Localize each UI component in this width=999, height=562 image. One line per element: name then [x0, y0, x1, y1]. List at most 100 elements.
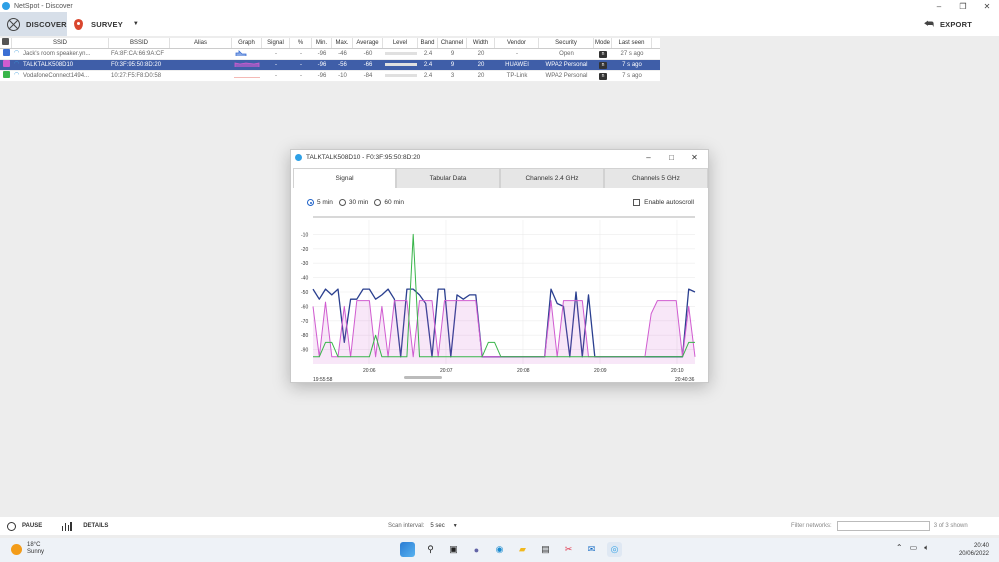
column-header-graph[interactable]: Graph: [232, 38, 262, 48]
clock[interactable]: 20:40 20/06/2022: [959, 542, 989, 558]
signal-chart: -10 -20 -30 -40 -50 -60 -70 -80 -90 20:06 20:07 20:…: [301, 216, 696, 383]
survey-button[interactable]: SURVEY ▼: [74, 12, 139, 36]
cell-level: [383, 71, 418, 81]
column-header-last-seen[interactable]: Last seen: [612, 38, 652, 48]
time-range-options: 5 min 30 min 60 min: [307, 199, 410, 206]
dialog-minimize-button[interactable]: –: [637, 150, 660, 165]
column-header-band[interactable]: Band: [418, 38, 438, 48]
row-checkbox[interactable]: [0, 71, 12, 81]
tray-chevron-up-icon[interactable]: ⌃: [896, 543, 903, 553]
range-5-min-label: 5 min: [317, 199, 333, 206]
discover-button[interactable]: DISCOVER: [0, 12, 67, 36]
range-30-min[interactable]: 30 min: [338, 199, 368, 206]
survey-label: SURVEY: [91, 19, 123, 29]
details-button[interactable]: DETAILS: [62, 517, 108, 535]
windows-start-icon[interactable]: [400, 542, 415, 557]
chevron-down-icon[interactable]: ▼: [133, 21, 139, 27]
scan-interval-select[interactable]: 5 sec: [430, 523, 444, 529]
scan-interval: Scan interval: 5 sec ▼: [388, 517, 458, 535]
close-button[interactable]: ✕: [975, 0, 999, 12]
wifi-icon: ◠: [14, 72, 20, 79]
scan-interval-label: Scan interval:: [388, 523, 425, 529]
column-header-width[interactable]: Width: [467, 38, 495, 48]
cell-last-seen: 7 s ago: [622, 73, 642, 79]
row-checkbox[interactable]: [0, 49, 12, 59]
tab-channels-24[interactable]: Channels 2.4 GHz: [500, 168, 604, 188]
column-header-max[interactable]: Max.: [332, 38, 353, 48]
column-header-min[interactable]: Min.: [312, 38, 332, 48]
maximize-button[interactable]: ❐: [951, 0, 975, 12]
column-header-ssid[interactable]: SSID: [12, 38, 109, 48]
cell-band: 2.4: [423, 62, 433, 68]
weather-widget[interactable]: 18°C Sunny: [11, 542, 44, 556]
dialog-close-button[interactable]: ✕: [683, 150, 706, 165]
column-header-alias[interactable]: Alias: [170, 38, 232, 48]
table-body: ◠ Jack's room speaker.yn... FA:8F:CA:66:9A…: [0, 49, 660, 82]
level-bar: [384, 73, 417, 77]
table-row[interactable]: ◠ VodafoneConnect1494... 10:27:F5:F8:D0:58…: [0, 71, 660, 82]
x-tick-label: 20:09: [594, 368, 607, 374]
cell-signal: -: [275, 51, 277, 57]
cell-security: WPA2 Personal: [545, 62, 588, 68]
column-header-average[interactable]: Average: [353, 38, 383, 48]
pause-button[interactable]: PAUSE: [7, 517, 42, 535]
minimize-button[interactable]: –: [927, 0, 951, 12]
column-header-signal[interactable]: Signal: [262, 38, 290, 48]
cell-min: -96: [317, 73, 327, 79]
title-bar: NetSpot - Discover – ❐ ✕: [0, 0, 999, 12]
store-icon[interactable]: ▤: [538, 542, 553, 557]
clock-time: 20:40: [973, 543, 989, 549]
y-tick-label: -60: [301, 304, 308, 310]
cell-ssid: ◠ VodafoneConnect1494...: [12, 71, 109, 81]
column-header-security[interactable]: Security: [539, 38, 594, 48]
tab-channels-5[interactable]: Channels 5 GHz: [604, 168, 708, 188]
chevron-down-icon[interactable]: ▼: [453, 523, 458, 529]
checkbox-icon: [2, 60, 10, 68]
table-row[interactable]: ◠ TALKTALK508D10 F0:3F:95:50:8D:20- - -96 -56…: [0, 60, 660, 71]
file-explorer-icon[interactable]: ▰: [515, 542, 530, 557]
tab-tabular-data[interactable]: Tabular Data: [396, 168, 500, 188]
select-all-checkbox[interactable]: [0, 38, 12, 48]
cell-band: 2.4: [423, 73, 433, 79]
snipping-tool-icon[interactable]: ✂: [561, 542, 576, 557]
column-header-channel[interactable]: Channel: [438, 38, 467, 48]
x-tick-label: 20:07: [440, 368, 453, 374]
export-button[interactable]: ⮪ EXPORT: [924, 12, 972, 36]
cell-max: -46: [338, 51, 347, 57]
search-icon[interactable]: ⚲: [423, 542, 438, 557]
task-view-icon[interactable]: ▣: [446, 542, 461, 557]
dialog-title: TALKTALK508D10 - F0:3F:95:50:8D:20: [306, 154, 421, 161]
column-header-vendor[interactable]: Vendor: [495, 38, 539, 48]
cell-graph: [232, 71, 262, 81]
netspot-logo-icon: [295, 154, 302, 161]
edge-icon[interactable]: ◉: [492, 542, 507, 557]
table-row[interactable]: ◠ Jack's room speaker.yn... FA:8F:CA:66:9A…: [0, 49, 660, 60]
row-checkbox[interactable]: [0, 60, 12, 70]
cell-channel: 9: [450, 51, 455, 57]
wifi-icon: ◠: [14, 61, 20, 68]
cell-alias: [170, 60, 232, 70]
tab-signal[interactable]: Signal: [293, 168, 396, 188]
network-icon[interactable]: ▭: [910, 543, 918, 553]
range-60-min[interactable]: 60 min: [374, 199, 404, 206]
column-header-[interactable]: %: [290, 38, 312, 48]
chat-icon[interactable]: ●: [469, 542, 484, 557]
dialog-maximize-button[interactable]: □: [660, 150, 683, 165]
autoscroll-toggle[interactable]: Enable autoscroll: [633, 199, 694, 206]
cell-max: -56: [338, 62, 347, 68]
sparkline: [234, 62, 260, 68]
chart-scrollbar: [404, 376, 442, 379]
netspot-taskbar-icon[interactable]: ◎: [607, 542, 622, 557]
sun-icon: [11, 543, 22, 555]
volume-icon[interactable]: 🔈︎: [924, 543, 929, 553]
filter-input[interactable]: [836, 521, 930, 531]
mode-badge: n: [599, 62, 607, 69]
range-5-min[interactable]: 5 min: [307, 199, 333, 206]
column-header-bssid[interactable]: BSSID: [109, 38, 170, 48]
cell-avg: -66: [363, 62, 373, 68]
column-header-mode[interactable]: Mode: [594, 38, 612, 48]
shown-count: 3 of 3 shown: [933, 523, 968, 529]
table-header: SSID BSSID Alias Graph Signal% Min. Max. Averag…: [0, 38, 660, 49]
outlook-icon[interactable]: ✉: [584, 542, 599, 557]
column-header-level[interactable]: Level: [383, 38, 418, 48]
